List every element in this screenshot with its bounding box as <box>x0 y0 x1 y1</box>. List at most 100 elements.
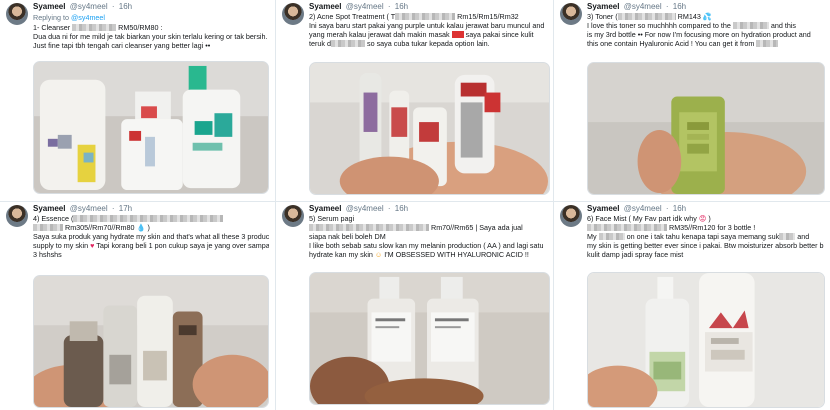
tweet-photo[interactable] <box>309 272 550 405</box>
tweet-photo[interactable] <box>309 62 550 195</box>
separator-dot: · <box>111 204 115 213</box>
droplet-icon: 💧 <box>136 223 146 232</box>
author-name[interactable]: Syameel <box>309 2 341 11</box>
redacted-text <box>72 24 117 31</box>
tweet-card[interactable]: Syameel @sy4meel · 16h Replying to @sy4m… <box>0 0 275 201</box>
text-line: teruk d so saya cuba tukar kepada option… <box>309 39 490 48</box>
redacted-text <box>779 233 796 240</box>
redacted-text <box>330 40 365 47</box>
author-name[interactable]: Syameel <box>33 2 65 11</box>
redacted-text <box>587 224 667 231</box>
tweet-photo[interactable] <box>587 272 825 408</box>
text-line: My on one i tak tahu kenapa tapi saya me… <box>587 232 810 241</box>
tweet-photo[interactable] <box>33 61 269 194</box>
text-line: RM35//Rm120 for 3 bottle ! <box>587 223 824 232</box>
author-name[interactable]: Syameel <box>587 204 619 213</box>
face-mist-photo-image <box>588 273 824 407</box>
reply-mention-link[interactable]: @sy4meel <box>71 13 105 22</box>
avatar[interactable] <box>282 3 304 25</box>
separator-dot: · <box>665 204 669 213</box>
text-line: 1- Cleanser RM50/RM80 : <box>33 23 163 32</box>
text-line: kulit damp jadi spray face mist <box>587 250 684 259</box>
tweet-text: 2) Acne Spot Treatment ( T Rm15/Rm15/Rm3… <box>309 12 547 48</box>
text-line: 4) Essence ( <box>33 214 269 223</box>
text-line: Dua dua ni for me mild je tak biarkan yo… <box>33 32 268 41</box>
text-line: 6) Face Mist ( My Fav part idk why 😡 ) <box>587 214 711 223</box>
tweet-text: 4) Essence ( Rm305//Rm70//Rm80 💧 ) Saya … <box>33 214 269 259</box>
text-line: I love this toner so muchhhh compared to… <box>587 21 797 30</box>
author-handle[interactable]: @sy4meel <box>624 2 662 11</box>
timestamp[interactable]: 16h <box>673 2 686 11</box>
author-handle[interactable]: @sy4meel <box>70 2 108 11</box>
separator-dot: · <box>665 2 669 11</box>
text-line: Rm70//Rm65 | Saya ada jual <box>309 223 547 232</box>
avatar[interactable] <box>6 3 28 25</box>
text-line: this one contain Hyaluronic Acid ! You c… <box>587 39 824 48</box>
tweet-text: 6) Face Mist ( My Fav part idk why 😡 ) R… <box>587 214 824 259</box>
text-line: Ini saya baru start pakai yang purple un… <box>309 21 545 30</box>
cleanser-photo-image <box>34 62 268 193</box>
author-name[interactable]: Syameel <box>309 204 341 213</box>
author-handle[interactable]: @sy4meel <box>624 204 662 213</box>
smiling-face-icon: ☺ <box>374 250 383 259</box>
reply-context: Replying to @sy4meel <box>33 13 105 22</box>
text-line: 3 hshshs <box>33 250 62 259</box>
redacted-text <box>395 13 456 20</box>
redacted-text <box>309 224 429 231</box>
redacted-text <box>598 233 625 240</box>
timestamp[interactable]: 16h <box>395 204 408 213</box>
author-handle[interactable]: @sy4meel <box>70 204 108 213</box>
avatar[interactable] <box>560 205 582 227</box>
redacted-text <box>73 215 224 222</box>
redacted-text <box>756 40 779 47</box>
separator-dot: · <box>387 2 391 11</box>
author-handle[interactable]: @sy4meel <box>346 2 384 11</box>
tweet-text: 1- Cleanser RM50/RM80 : Dua dua ni for m… <box>33 23 269 50</box>
tweet-photo[interactable] <box>33 275 269 408</box>
text-line: hydrate kan my skin ☺ I'M OBSESSED WITH … <box>309 250 529 259</box>
text-line: supply to my skin ♥ Tapi korang beli 1 p… <box>33 241 269 250</box>
redacted-text <box>732 22 769 29</box>
tweet-grid: Syameel @sy4meel · 16h Replying to @sy4m… <box>0 0 830 410</box>
text-line: I like both sebab satu slow kan my melan… <box>309 241 544 250</box>
emoji <box>451 31 464 38</box>
timestamp[interactable]: 16h <box>673 204 686 213</box>
tweet-card[interactable]: Syameel @sy4meel · 17h 4) Essence ( Rm30… <box>0 202 275 410</box>
text-line: is my 3rd bottle •• For now I'm focusing… <box>587 30 811 39</box>
separator-dot: · <box>387 204 391 213</box>
tweet-card[interactable]: Syameel @sy4meel · 16h 5) Serum pagi Rm7… <box>276 202 553 410</box>
serum-photo-image <box>310 273 549 404</box>
timestamp[interactable]: 16h <box>395 2 408 11</box>
text-line: siapa nak beli boleh DM <box>309 232 386 241</box>
reply-prefix: Replying to <box>33 13 69 22</box>
tweet-card[interactable]: Syameel @sy4meel · 16h 2) Acne Spot Trea… <box>276 0 553 201</box>
avatar[interactable] <box>6 205 28 227</box>
acne-spot-photo-image <box>310 63 549 194</box>
author-handle[interactable]: @sy4meel <box>346 204 384 213</box>
tweet-photo[interactable] <box>587 62 825 195</box>
tweet-text: 3) Toner ( RM143 💦 I love this toner so … <box>587 12 824 48</box>
avatar[interactable] <box>282 205 304 227</box>
avatar[interactable] <box>560 3 582 25</box>
toner-photo-image <box>588 63 824 194</box>
text-line: Saya suka produk yang hydrate my skin an… <box>33 232 269 241</box>
text-line: 5) Serum pagi <box>309 214 355 223</box>
heart-icon: ♥ <box>90 241 95 250</box>
author-name[interactable]: Syameel <box>33 204 65 213</box>
redacted-text <box>617 13 676 20</box>
author-name[interactable]: Syameel <box>587 2 619 11</box>
text-line: 3) Toner ( RM143 💦 <box>587 12 712 21</box>
text-line: Just fine tapi tbh tengah cari cleanser … <box>33 41 211 50</box>
tweet-card[interactable]: Syameel @sy4meel · 16h 3) Toner ( RM143 … <box>554 0 830 201</box>
text-line: 2) Acne Spot Treatment ( T Rm15/Rm15/Rm3… <box>309 12 519 21</box>
tweet-card[interactable]: Syameel @sy4meel · 16h 6) Face Mist ( My… <box>554 202 830 410</box>
separator-dot: · <box>111 2 115 11</box>
text-line: yang merah kalau jerawat dah makin masak… <box>309 30 534 39</box>
droplets-icon: 💦 <box>702 12 712 21</box>
tweet-text: 5) Serum pagi Rm70//Rm65 | Saya ada jual… <box>309 214 547 259</box>
emoji-icon: 😡 <box>698 214 707 223</box>
timestamp[interactable]: 17h <box>119 204 132 213</box>
text-line: my skin is getting better ever since i p… <box>587 241 824 250</box>
timestamp[interactable]: 16h <box>119 2 132 11</box>
text-line: Rm305//Rm70//Rm80 💧 ) <box>33 223 269 232</box>
